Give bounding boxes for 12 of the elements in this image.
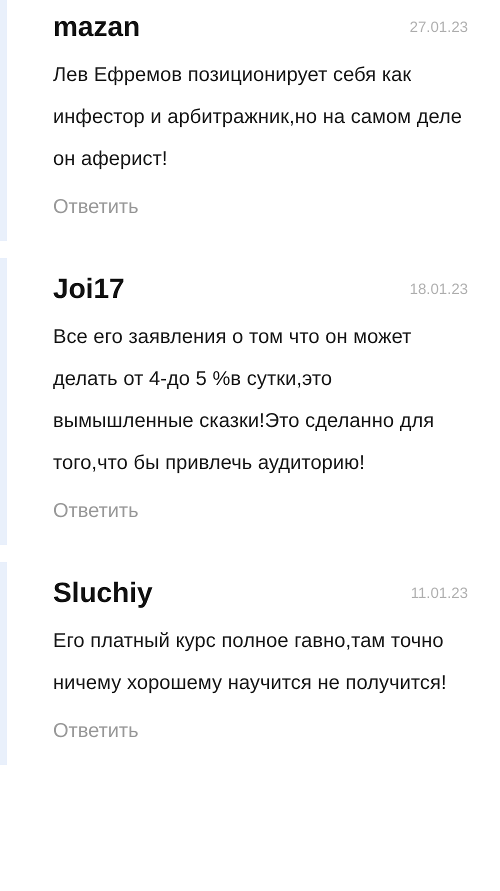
comment-author: mazan	[53, 11, 140, 43]
reply-link[interactable]: Ответить	[53, 500, 138, 523]
comment-date: 18.01.23	[410, 280, 468, 298]
comment-text: Лев Ефремов позиционирует себя как инфестор и арбитражник,но на самом деле он аферист!	[53, 63, 464, 172]
comment-author: Joi17	[53, 273, 125, 305]
comment-author: Sluchiy	[53, 577, 153, 609]
reply-link[interactable]: Ответить	[53, 196, 138, 219]
reply-link[interactable]: Ответить	[53, 720, 138, 743]
comment-text: Его платный курс полное гавно,там точно ничему хорошему научится не получится!	[53, 629, 448, 696]
comment-date: 11.01.23	[410, 584, 468, 602]
comment-date: 27.01.23	[410, 18, 468, 36]
comment-text: Все его заявления о том что он может делать от 4-до 5 %в сутки,это вымышленные сказки!Это сделанно для того,что бы привлечь аудиторию!	[53, 325, 436, 476]
